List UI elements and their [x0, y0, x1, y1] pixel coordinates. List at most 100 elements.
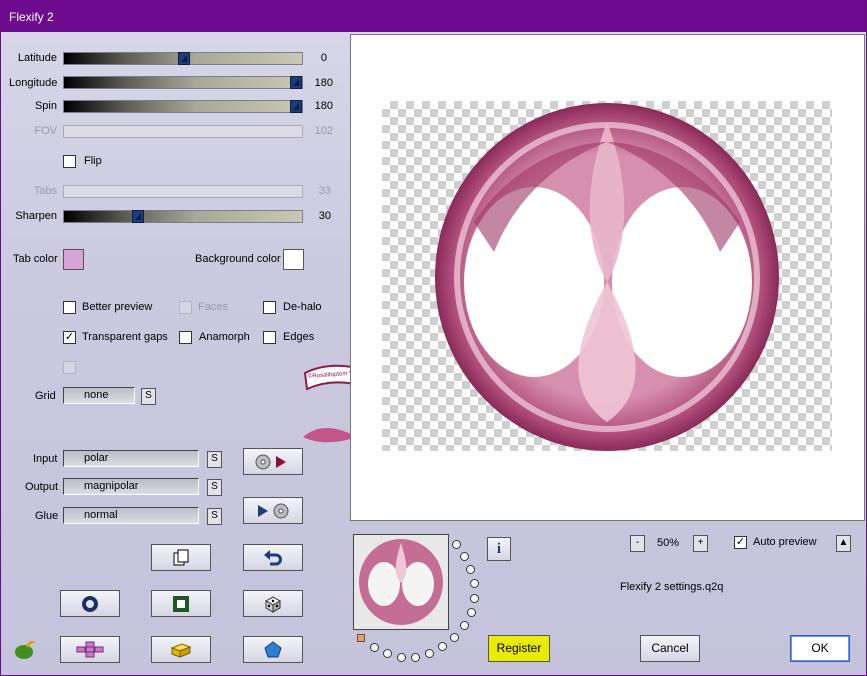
- glue-label: Glue: [35, 510, 59, 522]
- pentagon-button[interactable]: [243, 636, 303, 663]
- spin-value: 180: [314, 100, 333, 112]
- nav-dot[interactable]: [460, 552, 469, 561]
- flip-checkbox[interactable]: [63, 155, 76, 168]
- background-color-swatch[interactable]: [283, 249, 304, 270]
- disc-to-play-button[interactable]: [243, 448, 303, 475]
- register-button[interactable]: Register: [488, 635, 550, 662]
- nav-dot[interactable]: [438, 642, 447, 651]
- unlabeled-disabled-checkbox: [63, 361, 76, 374]
- fov-slider: [63, 125, 303, 138]
- square-icon: [173, 596, 189, 612]
- square-button[interactable]: [151, 590, 211, 617]
- input-s-button[interactable]: S: [207, 451, 222, 468]
- faces-label: Faces: [198, 301, 228, 313]
- checkmark-icon: ✓: [735, 536, 746, 548]
- latitude-label: Latitude: [17, 52, 57, 64]
- spin-slider-thumb[interactable]: [290, 100, 302, 113]
- nav-dot[interactable]: [383, 649, 392, 658]
- latitude-slider[interactable]: [63, 52, 303, 65]
- nav-dot[interactable]: [470, 579, 479, 588]
- sharpen-label: Sharpen: [15, 210, 57, 222]
- input-label: Input: [33, 453, 58, 465]
- cancel-button[interactable]: Cancel: [640, 635, 700, 662]
- fov-label: FOV: [34, 125, 57, 137]
- checkmark-icon: ✓: [64, 331, 75, 343]
- nav-dot[interactable]: [467, 608, 476, 617]
- nav-dot[interactable]: [397, 653, 406, 662]
- latitude-value: 0: [320, 52, 327, 64]
- edges-checkbox[interactable]: [263, 331, 276, 344]
- nav-dot[interactable]: [452, 540, 461, 549]
- title-bar: Flexify 2: [1, 1, 866, 32]
- longitude-slider-thumb[interactable]: [290, 76, 302, 89]
- faces-checkbox: [179, 301, 192, 314]
- tabs-slider: [63, 185, 303, 198]
- latitude-slider-thumb[interactable]: [178, 52, 190, 65]
- brick-button[interactable]: [151, 636, 211, 663]
- longitude-slider[interactable]: [63, 76, 303, 89]
- nav-dot[interactable]: [425, 649, 434, 658]
- zoom-out-button[interactable]: -: [630, 535, 645, 552]
- transparent-gaps-checkbox[interactable]: ✓: [63, 331, 76, 344]
- zoom-level: 50%: [657, 537, 680, 549]
- settings-filename: Flexify 2 settings.q2q: [620, 581, 724, 593]
- de-halo-checkbox[interactable]: [263, 301, 276, 314]
- blue-pentagon-icon: [264, 641, 282, 658]
- longitude-label: Longitude: [9, 77, 58, 89]
- longitude-value: 180: [314, 77, 333, 89]
- output-s-button[interactable]: S: [207, 479, 222, 496]
- nav-dot[interactable]: [370, 643, 379, 652]
- output-label: Output: [25, 481, 59, 493]
- input-select[interactable]: polar: [63, 450, 199, 467]
- tabs-value: 33: [318, 185, 331, 197]
- nav-dot[interactable]: [411, 653, 420, 662]
- flip-label: Flip: [84, 155, 102, 167]
- ok-button[interactable]: OK: [790, 635, 850, 662]
- grid-label: Grid: [35, 390, 56, 402]
- cross-tiles-icon: [76, 641, 104, 658]
- disc-play-icon: [255, 454, 286, 470]
- copy-button[interactable]: [151, 544, 211, 571]
- tab-color-label: Tab color: [13, 253, 58, 265]
- preview-image: [434, 102, 780, 455]
- undo-button[interactable]: [243, 544, 303, 571]
- nav-dot[interactable]: [460, 621, 469, 630]
- tabs-label: Tabs: [33, 185, 57, 197]
- ring-icon: [82, 596, 98, 612]
- nav-dot[interactable]: [466, 565, 475, 574]
- sharpen-slider[interactable]: [63, 210, 303, 223]
- info-button[interactable]: i: [487, 537, 511, 561]
- cross-button[interactable]: [60, 636, 120, 663]
- play-disc-icon: [258, 503, 289, 519]
- window-title: Flexify 2: [9, 10, 54, 24]
- de-halo-label: De-halo: [283, 301, 322, 313]
- sharpen-value: 30: [318, 210, 331, 222]
- anamorph-label: Anamorph: [199, 331, 250, 343]
- glue-s-button[interactable]: S: [207, 508, 222, 525]
- better-preview-checkbox[interactable]: [63, 301, 76, 314]
- grid-s-button[interactable]: S: [141, 388, 156, 405]
- spin-slider[interactable]: [63, 100, 303, 113]
- auto-preview-checkbox[interactable]: ✓: [734, 536, 747, 549]
- output-select[interactable]: magnipolar: [63, 478, 199, 495]
- zoom-in-button[interactable]: +: [693, 535, 708, 552]
- undo-icon: [264, 550, 282, 566]
- ring-button[interactable]: [60, 590, 120, 617]
- navigator-thumbnail[interactable]: [353, 534, 449, 630]
- auto-preview-toggle-button[interactable]: ▲: [836, 535, 851, 552]
- navigator-anchor[interactable]: [357, 634, 365, 642]
- nav-dot[interactable]: [450, 633, 459, 642]
- dice-icon: [264, 596, 282, 613]
- sharpen-slider-thumb[interactable]: [132, 210, 144, 223]
- randomize-button[interactable]: [243, 590, 303, 617]
- grid-select[interactable]: none: [63, 387, 135, 404]
- anamorph-checkbox[interactable]: [179, 331, 192, 344]
- flexify-window: Flexify 2 Latitude 0 Longitude 180 Spin …: [0, 0, 867, 676]
- nav-dot[interactable]: [470, 594, 479, 603]
- yellow-brick-icon: [170, 643, 192, 658]
- play-to-disc-button[interactable]: [243, 497, 303, 524]
- tab-color-swatch[interactable]: [63, 249, 84, 270]
- spin-label: Spin: [34, 100, 57, 112]
- info-icon: i: [496, 541, 502, 557]
- glue-select[interactable]: normal: [63, 507, 199, 524]
